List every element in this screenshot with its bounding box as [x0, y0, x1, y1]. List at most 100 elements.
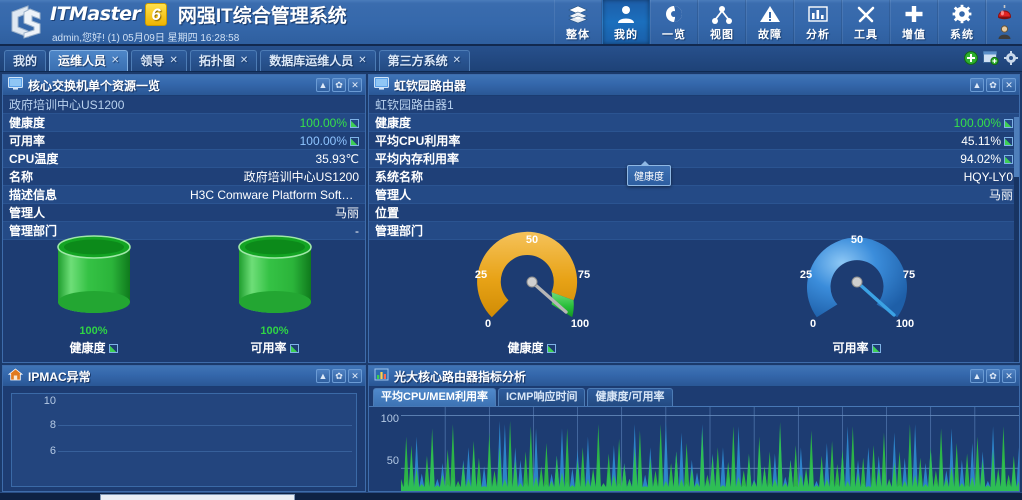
trend-chart-icon[interactable]: [350, 119, 359, 128]
tab-topology[interactable]: 拓扑图 ✕: [190, 50, 257, 71]
nav-item-glance[interactable]: 一览: [650, 0, 698, 44]
svg-text:25: 25: [799, 269, 811, 281]
resource-info-table: 政府培训中心US1200 健康度 100.00% 可用率 100.00% CPU…: [3, 96, 365, 240]
row-value: [694, 204, 1019, 222]
row-value: 45.11%: [694, 132, 1019, 150]
nav-label-valueadd: 增值: [902, 26, 926, 42]
nav-item-overall[interactable]: 整体: [554, 0, 602, 44]
nav-label-overall: 整体: [566, 26, 590, 42]
panel-title: 光大核心路由器指标分析: [394, 368, 526, 385]
collapse-icon[interactable]: ▲: [970, 78, 984, 92]
trend-chart-icon[interactable]: [109, 344, 118, 353]
panel-title: 虹钦园路由器: [394, 77, 466, 94]
row-label: CPU温度: [3, 150, 184, 168]
nav-item-tools[interactable]: 工具: [842, 0, 890, 44]
nav-item-fault[interactable]: 故障: [746, 0, 794, 44]
tab-label: 拓扑图: [199, 51, 235, 71]
app-header: ITMaster 6 网强IT综合管理系统 admin,您好! (1) 05月0…: [0, 0, 1022, 46]
brand-text-block: ITMaster 6 网强IT综合管理系统 admin,您好! (1) 05月0…: [50, 1, 347, 44]
panel-header: 核心交换机单个资源一览 ▲ ✿ ✕: [3, 75, 365, 96]
tab-mine[interactable]: 我的: [4, 50, 46, 71]
y-tick-label: 8: [22, 419, 56, 431]
panel-header: 光大核心路由器指标分析 ▲ ✿ ✕: [369, 366, 1019, 387]
row-value: 马丽: [694, 186, 1019, 204]
trend-chart-icon[interactable]: [872, 344, 881, 353]
tab-label: 领导: [140, 51, 164, 71]
metrics-area-chart: [401, 407, 1019, 491]
table-row-subject: 虹钦园路由器1: [369, 96, 1019, 114]
add-window-icon[interactable]: [983, 51, 999, 68]
gridline: [58, 451, 352, 452]
gridline: [58, 425, 352, 426]
close-icon[interactable]: ✕: [1002, 78, 1016, 92]
nav-item-view[interactable]: 视图: [698, 0, 746, 44]
nav-item-valueadd[interactable]: 增值: [890, 0, 938, 44]
header-alarm-area[interactable]: [986, 0, 1022, 44]
dial-gauge-health: 50 25 75 0 100 健康度: [456, 230, 608, 356]
close-icon[interactable]: ✕: [348, 369, 362, 383]
tab-leader[interactable]: 领导 ✕: [131, 50, 186, 71]
gear-icon[interactable]: ✿: [986, 78, 1000, 92]
collapse-icon[interactable]: ▲: [316, 369, 330, 383]
tab-third-party-system[interactable]: 第三方系统 ✕: [379, 50, 470, 71]
nav-item-analysis[interactable]: 分析: [794, 0, 842, 44]
svg-text:100: 100: [570, 318, 588, 330]
panel-router: 虹钦园路由器 ▲ ✿ ✕ 虹钦园路由器1 健康度 100.00%: [368, 74, 1020, 363]
trend-chart-icon[interactable]: [547, 344, 556, 353]
close-icon[interactable]: ✕: [453, 51, 461, 71]
close-icon[interactable]: ✕: [169, 51, 177, 71]
table-row: 健康度 100.00%: [369, 114, 1019, 132]
row-value: 100.00%: [184, 114, 365, 132]
close-icon[interactable]: ✕: [348, 78, 362, 92]
y-tick-label: 100: [371, 413, 399, 425]
nav-item-system[interactable]: 系统: [938, 0, 986, 44]
gear-icon[interactable]: ✿: [986, 369, 1000, 383]
settings-icon[interactable]: [1004, 51, 1018, 68]
gear-icon: [951, 3, 973, 25]
trend-chart-icon[interactable]: [1004, 137, 1013, 146]
table-row: CPU温度 35.93℃: [3, 150, 365, 168]
svg-text:75: 75: [577, 269, 589, 281]
row-value: H3C Comware Platform SoftwareComw...: [184, 186, 365, 204]
system-title: 网强IT综合管理系统: [178, 1, 347, 28]
add-portlet-icon[interactable]: [964, 51, 978, 68]
nav-item-mine[interactable]: 我的: [602, 0, 650, 44]
subtab-cpu-mem[interactable]: 平均CPU/MEM利用率: [373, 388, 496, 406]
row-label: 健康度: [3, 114, 184, 132]
tab-ops-staff[interactable]: 运维人员 ✕: [49, 50, 128, 71]
panel-body: 平均CPU/MEM利用率 ICMP响应时间 健康度/可用率 100 50: [369, 387, 1019, 491]
alarm-light-icon[interactable]: [996, 4, 1013, 23]
gauge-availability: 100% 可用率: [227, 234, 323, 356]
collapse-icon[interactable]: ▲: [970, 369, 984, 383]
account-icon[interactable]: [997, 25, 1012, 42]
close-icon[interactable]: ✕: [111, 51, 119, 71]
panel-scrollbar[interactable]: [1014, 117, 1019, 362]
close-icon[interactable]: ✕: [240, 51, 248, 71]
close-icon[interactable]: ✕: [1002, 369, 1016, 383]
nav-label-view: 视图: [710, 26, 734, 42]
gear-icon[interactable]: ✿: [332, 369, 346, 383]
chart-plot-area: 10 8 6: [11, 393, 357, 487]
tab-db-ops-staff[interactable]: 数据库运维人员 ✕: [260, 50, 375, 71]
row-label: 健康度: [369, 114, 694, 132]
tab-label: 第三方系统: [388, 51, 448, 71]
gauge-caption: 可用率: [781, 339, 933, 356]
user-info-line: admin,您好! (1) 05月09日 星期四 16:28:58: [50, 29, 347, 44]
trend-chart-icon[interactable]: [1004, 119, 1013, 128]
resource-subject: 政府培训中心US1200: [3, 96, 365, 114]
gear-icon[interactable]: ✿: [332, 78, 346, 92]
trend-chart-icon[interactable]: [350, 137, 359, 146]
table-row: 系统名称 HQY-LY0: [369, 168, 1019, 186]
cylinder-gauges: 100% 健康度 100% 可用率: [3, 232, 365, 362]
panel-title: IPMAC异常: [28, 368, 91, 385]
trend-chart-icon[interactable]: [1004, 155, 1013, 164]
collapse-icon[interactable]: ▲: [316, 78, 330, 92]
subtab-health-availability[interactable]: 健康度/可用率: [587, 388, 672, 406]
close-icon[interactable]: ✕: [358, 51, 366, 71]
trend-chart-icon[interactable]: [290, 344, 299, 353]
ipmac-chart: 10 8 6: [3, 387, 365, 491]
subtab-icmp-response[interactable]: ICMP响应时间: [498, 388, 586, 406]
application-root: ITMaster 6 网强IT综合管理系统 admin,您好! (1) 05月0…: [0, 0, 1022, 500]
gauge-caption: 健康度: [456, 339, 608, 356]
layers-icon: [567, 3, 589, 25]
